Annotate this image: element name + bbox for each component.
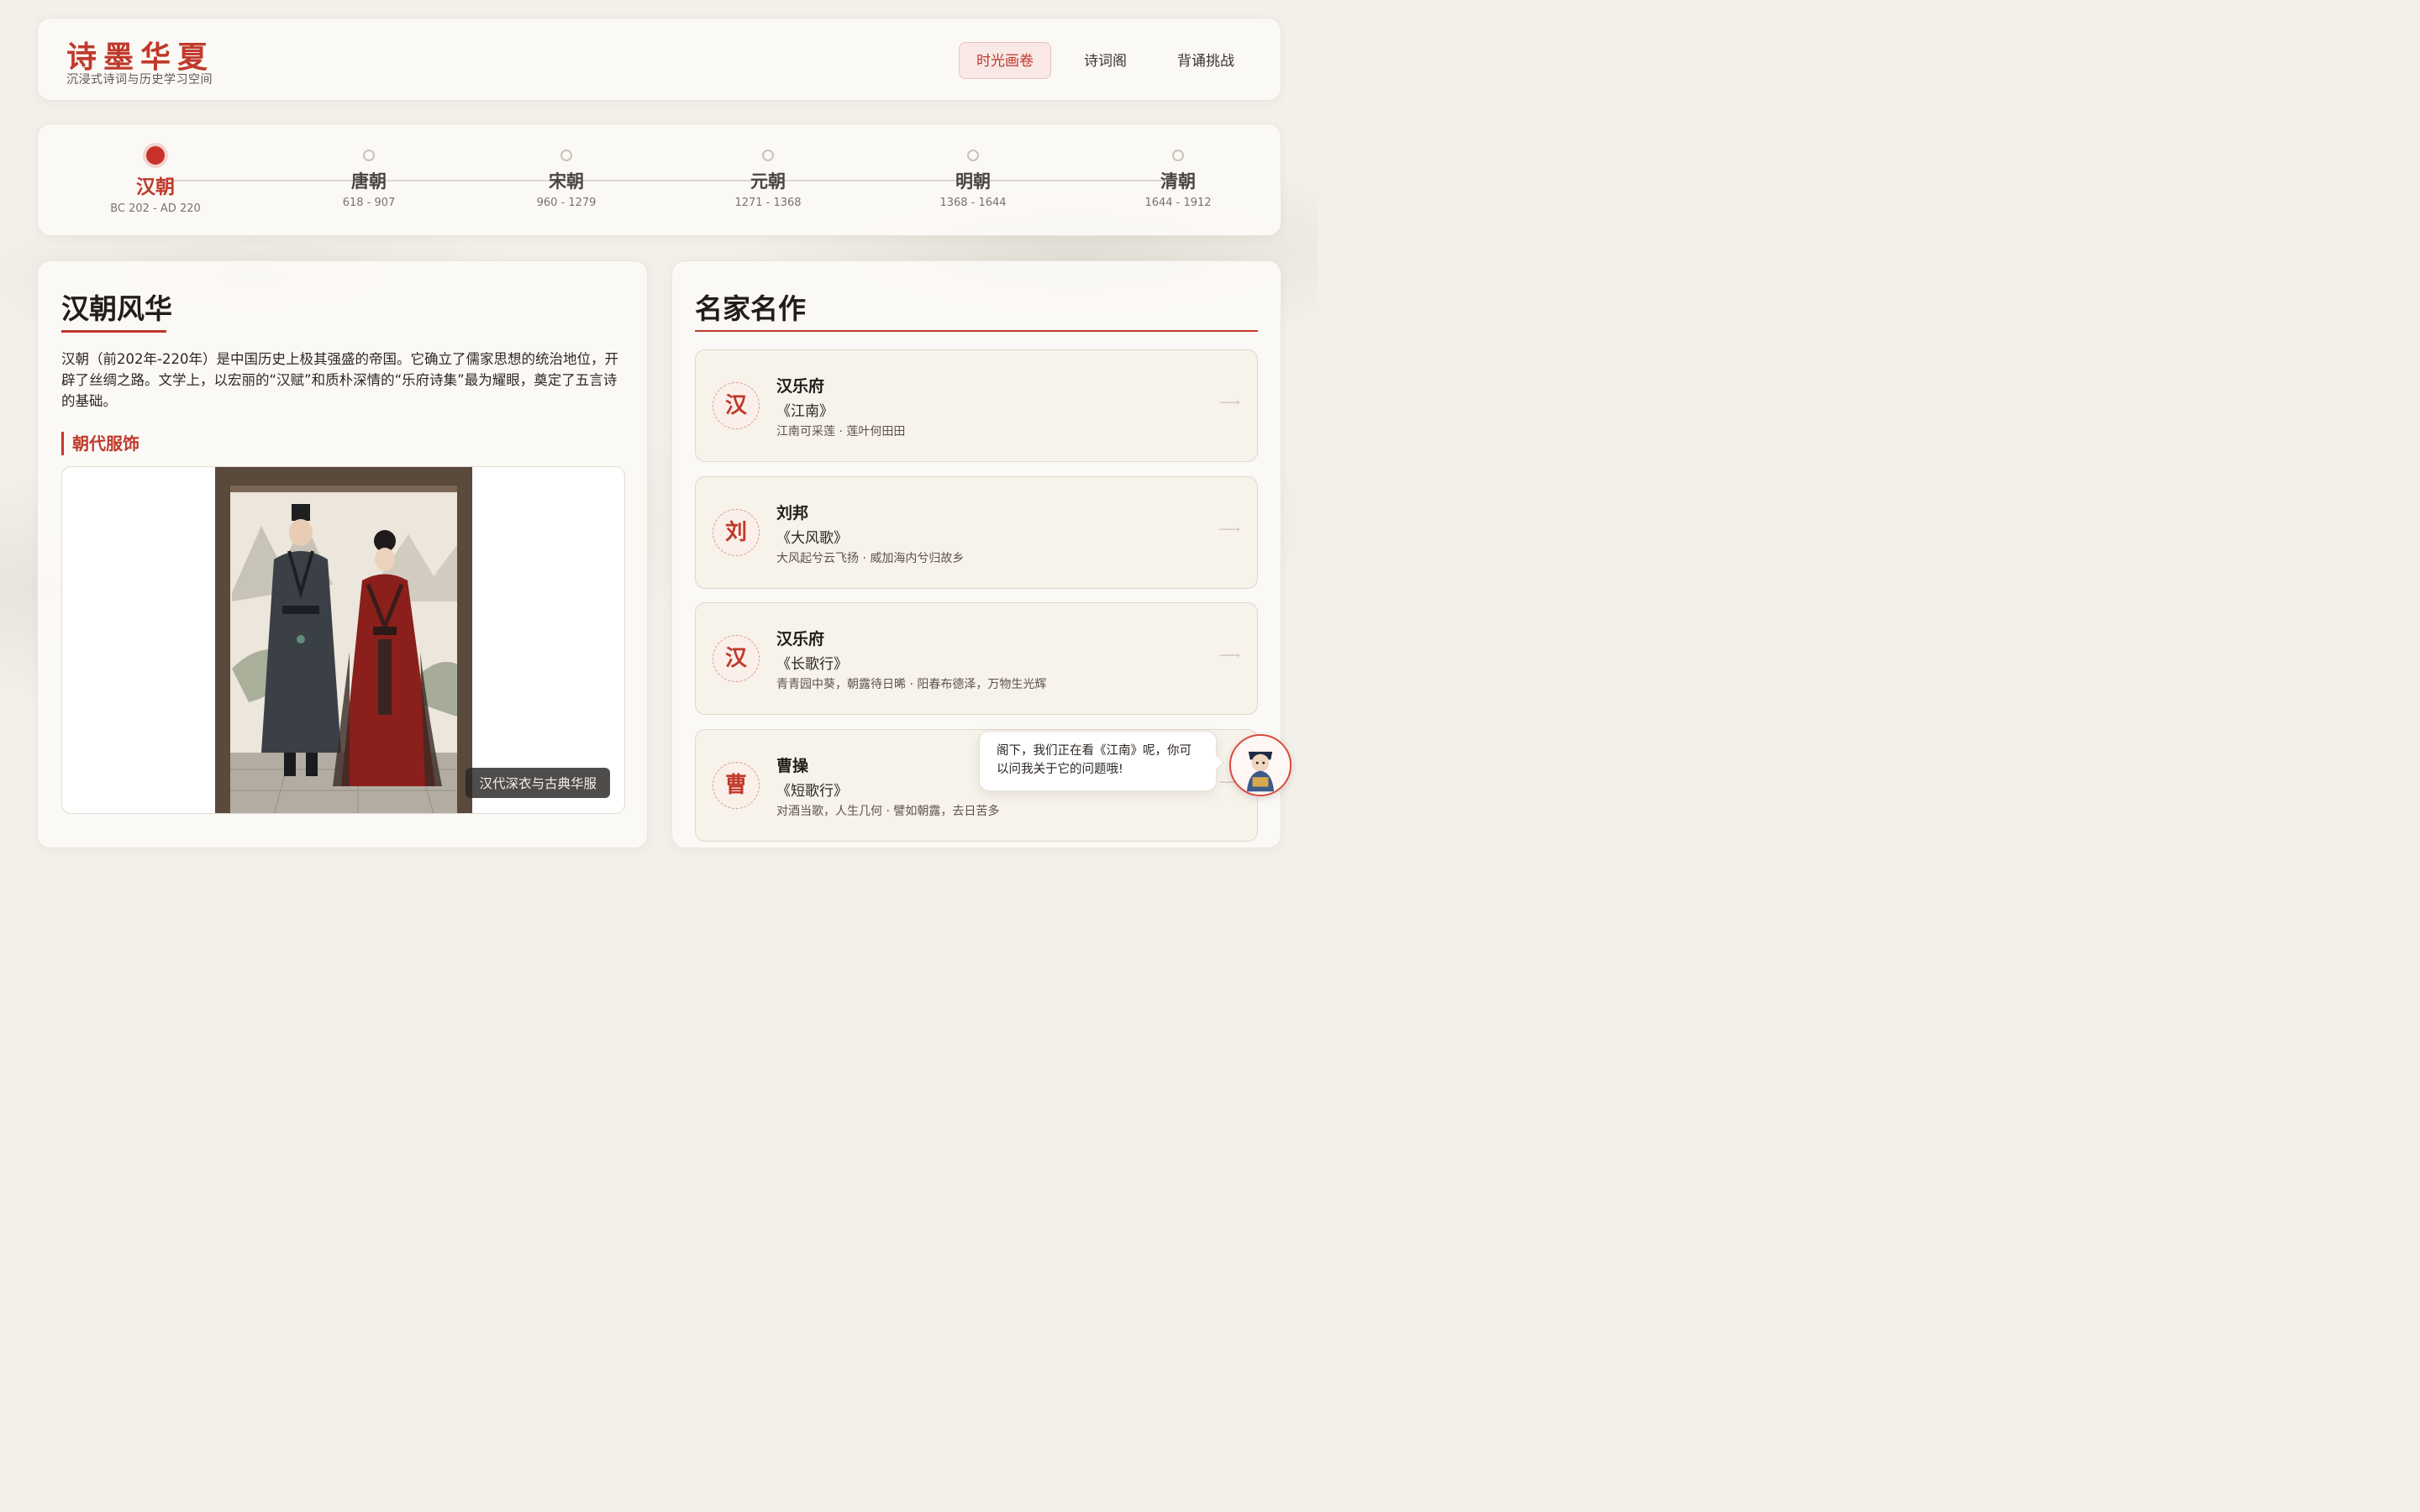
era-years: 1644 - 1912 xyxy=(1144,197,1212,209)
era-ming[interactable]: 明朝 1368 - 1644 xyxy=(906,146,1040,209)
dynasty-panel: 汉朝风华 汉朝（前202年-220年）是中国历史上极其强盛的帝国。它确立了儒家思… xyxy=(37,260,648,848)
assistant-speech-bubble: 阁下，我们正在看《江南》呢，你可以问我关于它的问题哦! xyxy=(979,731,1217,791)
work-card[interactable]: 汉 汉乐府 《江南》 江南可采莲 · 莲叶何田田 ⟶ xyxy=(695,349,1258,462)
site-subtitle: 沉浸式诗词与历史学习空间 xyxy=(66,73,213,87)
costume-heading: 朝代服饰 xyxy=(61,432,139,455)
work-excerpt: 对酒当歌，人生几何 · 譬如朝露，去日苦多 xyxy=(776,805,1000,818)
work-excerpt: 江南可采莲 · 莲叶何田田 xyxy=(776,425,906,438)
work-author: 曹操 xyxy=(776,757,809,775)
era-qing[interactable]: 清朝 1644 - 1912 xyxy=(1111,146,1245,209)
work-title: 《短歌行》 xyxy=(776,783,848,800)
title-underline xyxy=(61,330,166,333)
era-name: 汉朝 xyxy=(136,176,175,198)
scholar-assistant-avatar[interactable] xyxy=(1229,734,1292,796)
works-underline xyxy=(695,330,1258,332)
work-author: 汉乐府 xyxy=(776,377,825,396)
scholar-avatar-icon xyxy=(1231,736,1290,795)
work-excerpt: 青青园中葵，朝露待日晞 · 阳春布德泽，万物生光辉 xyxy=(776,678,1047,691)
costume-caption: 汉代深衣与古典华服 xyxy=(466,768,610,798)
nav-recitation-challenge[interactable]: 背诵挑战 xyxy=(1160,42,1252,79)
era-years: 618 - 907 xyxy=(342,197,396,209)
arrow-right-icon: ⟶ xyxy=(1218,521,1240,538)
costume-image-frame: 汉代深衣与古典华服 xyxy=(61,466,625,814)
work-author: 汉乐府 xyxy=(776,630,825,648)
author-seal: 汉 xyxy=(713,635,760,682)
work-author: 刘邦 xyxy=(776,504,809,522)
era-years: 1368 - 1644 xyxy=(939,197,1007,209)
work-title: 《江南》 xyxy=(776,403,834,420)
arrow-right-icon: ⟶ xyxy=(1218,647,1240,664)
work-card[interactable]: 刘 刘邦 《大风歌》 大风起兮云飞扬 · 威加海内兮归故乡 ⟶ xyxy=(695,476,1258,589)
era-name: 宋朝 xyxy=(549,171,584,192)
nav-poetry-pavilion[interactable]: 诗词阁 xyxy=(1066,42,1144,79)
era-dot xyxy=(560,150,572,161)
arrow-right-icon: ⟶ xyxy=(1218,394,1240,412)
era-name: 元朝 xyxy=(750,171,786,192)
author-seal: 曹 xyxy=(713,762,760,809)
work-card[interactable]: 汉 汉乐府 《长歌行》 青青园中葵，朝露待日晞 · 阳春布德泽，万物生光辉 ⟶ xyxy=(695,602,1258,715)
han-costume-illustration xyxy=(215,467,472,813)
era-name: 明朝 xyxy=(955,171,991,192)
main-nav: 时光画卷 诗词阁 背诵挑战 xyxy=(959,42,1252,79)
dynasty-timeline: 汉朝 BC 202 - AD 220 唐朝 618 - 907 宋朝 960 -… xyxy=(37,123,1281,236)
era-dot-active xyxy=(146,146,165,165)
era-years: 1271 - 1368 xyxy=(734,197,802,209)
era-years: 960 - 1279 xyxy=(536,197,597,209)
era-han[interactable]: 汉朝 BC 202 - AD 220 xyxy=(88,146,223,215)
top-header: 诗墨华夏 沉浸式诗词与历史学习空间 时光画卷 诗词阁 背诵挑战 xyxy=(37,18,1281,101)
works-title: 名家名作 xyxy=(695,292,806,325)
era-dot xyxy=(363,150,375,161)
era-name: 唐朝 xyxy=(351,171,387,192)
era-name: 清朝 xyxy=(1160,171,1196,192)
era-years: BC 202 - AD 220 xyxy=(110,202,201,215)
author-seal: 刘 xyxy=(713,509,760,556)
era-song[interactable]: 宋朝 960 - 1279 xyxy=(499,146,634,209)
author-seal: 汉 xyxy=(713,382,760,429)
dynasty-title: 汉朝风华 xyxy=(61,292,172,325)
era-dot xyxy=(1172,150,1184,161)
nav-timeline-scroll[interactable]: 时光画卷 xyxy=(959,42,1051,79)
era-tang[interactable]: 唐朝 618 - 907 xyxy=(302,146,436,209)
work-excerpt: 大风起兮云飞扬 · 威加海内兮归故乡 xyxy=(776,552,965,565)
dynasty-intro: 汉朝（前202年-220年）是中国历史上极其强盛的帝国。它确立了儒家思想的统治地… xyxy=(61,351,618,409)
era-dot xyxy=(967,150,979,161)
era-dot xyxy=(762,150,774,161)
work-title: 《大风歌》 xyxy=(776,530,848,547)
work-title: 《长歌行》 xyxy=(776,656,848,673)
era-yuan[interactable]: 元朝 1271 - 1368 xyxy=(701,146,835,209)
